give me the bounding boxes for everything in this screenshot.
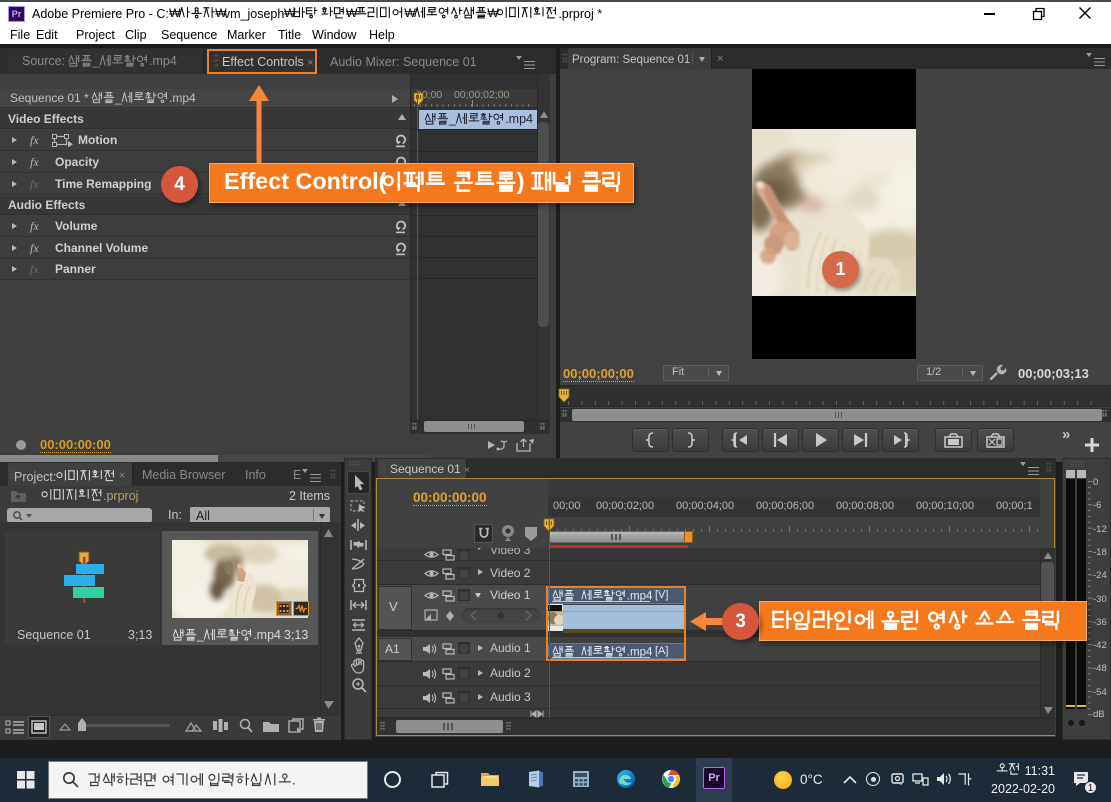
svg-text:.mp4: .mp4 [253,628,281,642]
svg-text:.mp4: .mp4 [149,54,177,68]
svg-text:Audio Mixer: Sequence 01: Audio Mixer: Sequence 01 [330,55,477,69]
svg-text:₩: ₩ [215,6,227,20]
svg-text:.mp4: .mp4 [169,91,196,105]
svg-text:₩: ₩ [346,6,358,20]
svg-text:Sequence 01 *: Sequence 01 * [10,91,92,105]
svg-text:_: _ [92,54,101,68]
svg-text:Video 3: Video 3 [490,548,531,557]
svg-text:): ) [517,168,538,194]
svg-text:₩: ₩ [169,6,181,20]
svg-text:Media Browser: Media Browser [142,468,225,482]
svg-text:.mp4: .mp4 [505,112,533,126]
svg-text:₩: ₩ [488,6,500,20]
svg-text:Info: Info [245,468,266,482]
svg-text:Source:: Source: [22,54,69,68]
svg-text:₩: ₩ [284,6,299,20]
svg-text:Effect Control(: Effect Control( [224,168,393,194]
svg-text:_: _ [448,112,457,126]
svg-text:_: _ [196,628,205,642]
svg-text:₩: ₩ [405,6,417,20]
svg-text:_: _ [114,91,122,105]
svg-text:.: . [292,772,296,788]
